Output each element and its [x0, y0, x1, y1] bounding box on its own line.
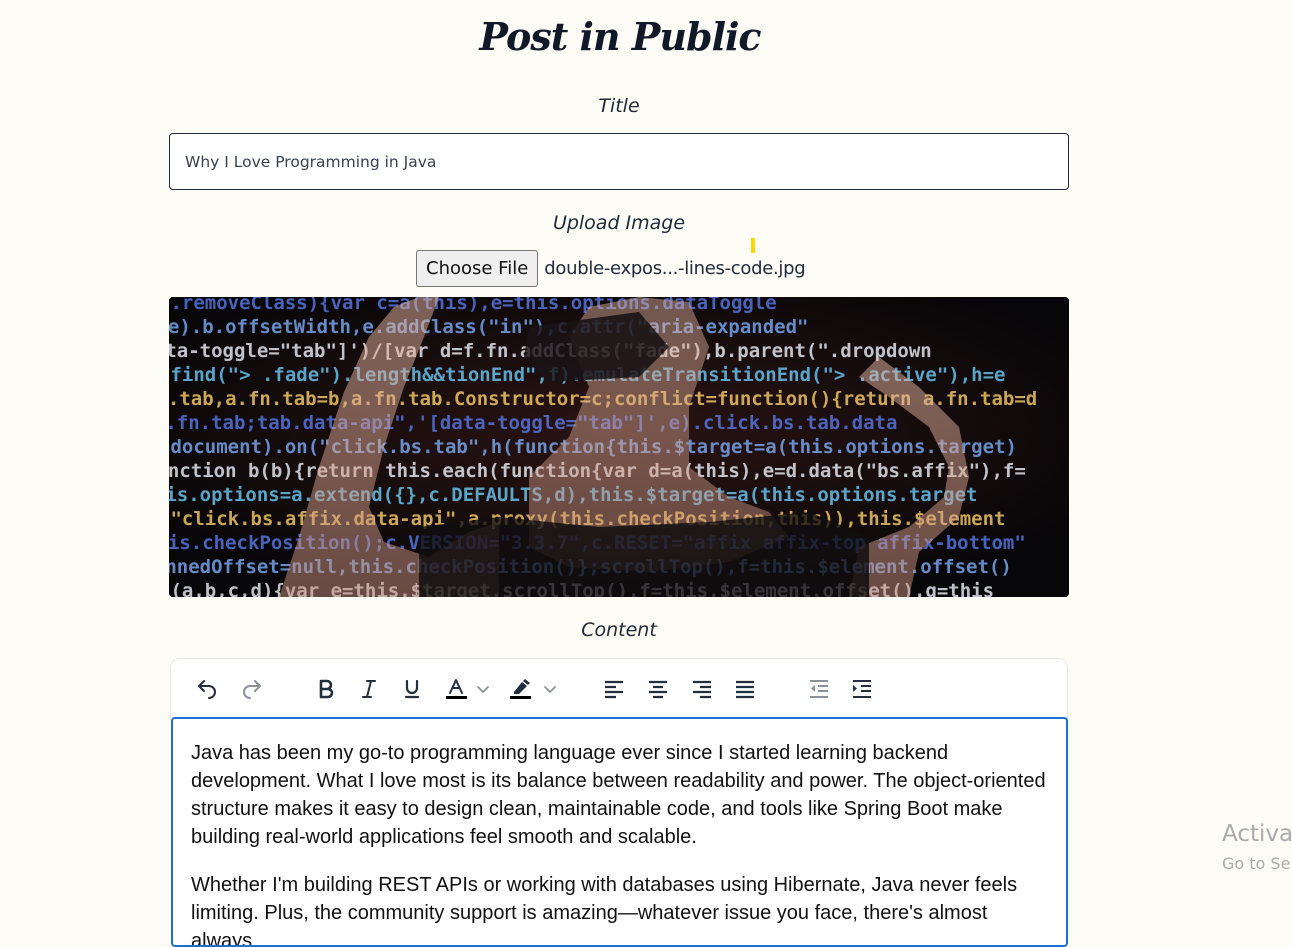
justify-button[interactable]	[729, 673, 761, 705]
align-left-button[interactable]	[598, 673, 630, 705]
code-line: c=a.fn.tab;tab.data-api",'[data-toggle="…	[169, 412, 897, 434]
redo-icon	[243, 680, 261, 699]
content-label: Content	[581, 619, 657, 641]
outdent-icon	[810, 680, 828, 698]
chevron-down-icon	[544, 686, 556, 693]
text-color-dropdown[interactable]	[473, 673, 493, 705]
align-left-icon	[605, 680, 623, 699]
activation-watermark: Activat Go to Se	[1222, 818, 1292, 876]
highlighter-icon	[510, 679, 531, 699]
indent-icon	[853, 680, 871, 698]
file-upload[interactable]: Choose File double-expos...-lines-code.j…	[416, 250, 806, 287]
bold-button[interactable]	[310, 673, 342, 705]
redo-button[interactable]	[236, 673, 268, 705]
indent-button[interactable]	[846, 673, 878, 705]
outdent-button[interactable]	[803, 673, 835, 705]
text-color-icon	[446, 679, 467, 699]
page-title: Post in Public	[479, 14, 761, 59]
image-preview: }.removeClass){var c=a(this),e=this.opti…	[169, 297, 1069, 597]
watermark-line-1: Activat	[1222, 821, 1292, 847]
editor-paragraph: Whether I'm building REST APIs or workin…	[191, 874, 1018, 947]
image-preview-graphic: }.removeClass){var c=a(this),e=this.opti…	[169, 297, 1069, 597]
bold-icon	[319, 679, 334, 699]
content-editor[interactable]: Java has been my go-to programming langu…	[171, 717, 1068, 947]
align-center-icon	[649, 680, 667, 699]
italic-icon	[362, 680, 376, 698]
text-color-button[interactable]	[440, 673, 472, 705]
choose-file-button[interactable]: Choose File	[416, 250, 539, 287]
align-right-button[interactable]	[686, 673, 718, 705]
align-center-button[interactable]	[642, 673, 674, 705]
undo-icon	[198, 680, 216, 699]
italic-button[interactable]	[353, 673, 385, 705]
align-right-icon	[693, 680, 711, 699]
underline-icon	[404, 679, 420, 699]
selected-file-name: double-expos...-lines-code.jpg	[544, 258, 806, 279]
code-line: /,e).b.offsetWidth,e.addClass("in"),c.at…	[169, 316, 808, 338]
title-input[interactable]	[169, 133, 1069, 190]
watermark-line-2: Go to Se	[1222, 854, 1291, 873]
undo-button[interactable]	[191, 673, 223, 705]
title-label: Title	[598, 95, 640, 117]
editor-toolbar	[170, 658, 1068, 720]
highlight-color-button[interactable]	[504, 673, 536, 705]
align-justify-icon	[736, 680, 754, 699]
highlight-color-dropdown[interactable]	[540, 673, 560, 705]
chevron-down-icon	[477, 686, 489, 693]
editor-paragraph: Java has been my go-to programming langu…	[191, 742, 1046, 848]
upload-image-label: Upload Image	[552, 212, 686, 234]
underline-button[interactable]	[396, 673, 428, 705]
